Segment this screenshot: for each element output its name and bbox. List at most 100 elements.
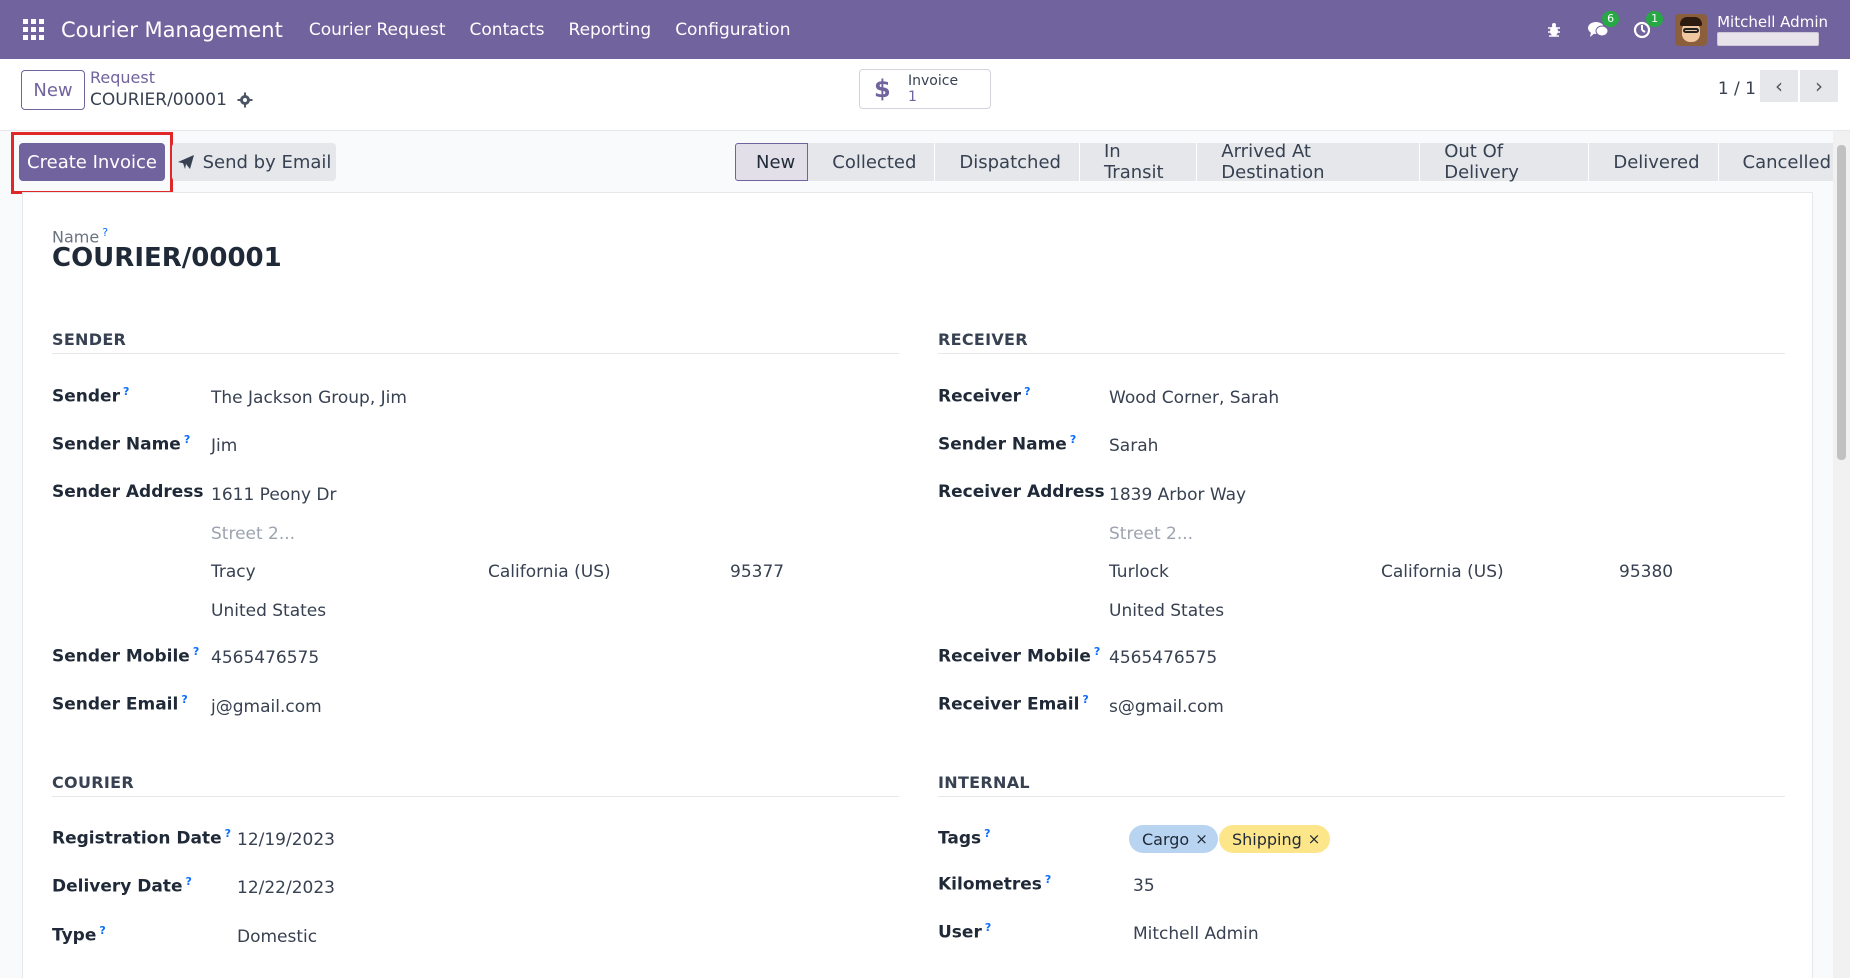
sender-state-field[interactable]: California (US) [488, 562, 611, 582]
receiver-zip-field[interactable]: 95380 [1619, 562, 1673, 582]
type-field[interactable]: Domestic [237, 927, 317, 947]
top-navbar: Courier Management Courier Request Conta… [0, 0, 1850, 59]
section-divider [52, 353, 899, 354]
receiver-name-field[interactable]: Sarah [1109, 436, 1158, 456]
sender-address-label: Sender Address [52, 482, 204, 502]
dollar-icon: $ [874, 75, 891, 103]
section-divider [52, 796, 899, 797]
kilometres-label: Kilometres? [938, 873, 1052, 895]
receiver-email-label: Receiver Email? [938, 693, 1089, 715]
stage-cancelled[interactable]: Cancelled [1718, 143, 1850, 181]
menu-courier-request[interactable]: Courier Request [297, 20, 458, 40]
activity-count-badge: 1 [1646, 10, 1664, 27]
receiver-mobile-field[interactable]: 4565476575 [1109, 648, 1217, 668]
chat-count-badge: 6 [1602, 10, 1620, 27]
chevron-right-icon: › [1815, 74, 1823, 98]
tag-shipping[interactable]: Shipping × [1219, 825, 1331, 853]
menu-configuration[interactable]: Configuration [663, 20, 802, 40]
receiver-state-field[interactable]: California (US) [1381, 562, 1504, 582]
section-divider [938, 796, 1785, 797]
page-scrollbar[interactable] [1833, 131, 1850, 978]
user-menu[interactable]: Mitchell Admin [1717, 13, 1828, 46]
user-avatar[interactable] [1675, 13, 1708, 46]
receiver-field[interactable]: Wood Corner, Sarah [1109, 388, 1279, 408]
menu-reporting[interactable]: Reporting [557, 20, 664, 40]
user-field[interactable]: Mitchell Admin [1133, 924, 1259, 944]
section-receiver: RECEIVER [938, 330, 1028, 349]
stage-collected[interactable]: Collected [808, 143, 936, 181]
tag-cargo[interactable]: Cargo × [1129, 825, 1218, 853]
receiver-country-field[interactable]: United States [1109, 601, 1224, 621]
sender-name-field[interactable]: Jim [211, 436, 237, 456]
bug-icon[interactable] [1543, 19, 1565, 41]
activity-clock-icon[interactable]: 1 [1631, 10, 1664, 41]
pager-value[interactable]: 1 / 1 [1718, 74, 1756, 104]
sender-name-label: Sender Name? [52, 433, 191, 455]
sender-mobile-label: Sender Mobile? [52, 645, 200, 667]
section-sender: SENDER [52, 330, 127, 349]
sender-email-field[interactable]: j@gmail.com [211, 697, 322, 717]
record-name[interactable]: COURIER/00001 [52, 243, 282, 273]
registration-date-field[interactable]: 12/19/2023 [237, 830, 335, 850]
sender-street2-field[interactable]: Street 2... [211, 524, 295, 544]
breadcrumb-parent[interactable]: Request [90, 68, 155, 87]
menu-contacts[interactable]: Contacts [458, 20, 557, 40]
database-name-redacted [1717, 32, 1820, 46]
chat-icon[interactable]: 6 [1587, 10, 1620, 41]
sender-city-field[interactable]: Tracy [211, 562, 256, 582]
sender-email-label: Sender Email? [52, 693, 188, 715]
systray: 6 1 Mitchell Admin [1543, 0, 1850, 59]
receiver-street-field[interactable]: 1839 Arbor Way [1109, 485, 1246, 505]
smart-button-label: Invoice [908, 73, 959, 89]
pager-next-button[interactable]: › [1800, 70, 1838, 102]
user-label: User? [938, 921, 992, 943]
form-statusbar: Create Invoice Send by Email New Collect… [0, 131, 1850, 194]
sender-zip-field[interactable]: 95377 [730, 562, 784, 582]
gear-icon[interactable] [237, 92, 253, 108]
remove-tag-icon: × [1195, 830, 1208, 848]
tags-label: Tags? [938, 827, 991, 849]
stage-delivered[interactable]: Delivered [1589, 143, 1719, 181]
receiver-sender-name-label: Sender Name? [938, 433, 1077, 455]
sender-street-field[interactable]: 1611 Peony Dr [211, 485, 337, 505]
receiver-mobile-label: Receiver Mobile? [938, 645, 1101, 667]
stage-arrived-at-destination[interactable]: Arrived At Destination [1197, 141, 1421, 183]
receiver-street2-field[interactable]: Street 2... [1109, 524, 1193, 544]
main-menu: Courier Request Contacts Reporting Confi… [297, 20, 803, 40]
highlight-box [11, 132, 173, 194]
sender-country-field[interactable]: United States [211, 601, 326, 621]
sender-field[interactable]: The Jackson Group, Jim [211, 388, 407, 408]
pager-previous-button[interactable]: ‹ [1760, 70, 1798, 102]
apps-menu-icon[interactable] [23, 18, 45, 41]
remove-tag-icon: × [1307, 830, 1321, 848]
sender-mobile-field[interactable]: 4565476575 [211, 648, 319, 668]
invoice-smart-button[interactable]: $ Invoice 1 [859, 69, 991, 109]
receiver-city-field[interactable]: Turlock [1109, 562, 1169, 582]
user-name: Mitchell Admin [1717, 13, 1828, 31]
section-divider [938, 353, 1785, 354]
stage-out-of-delivery[interactable]: Out Of Delivery [1420, 141, 1590, 183]
smart-button-value: 1 [908, 89, 917, 105]
receiver-email-field[interactable]: s@gmail.com [1109, 697, 1224, 717]
paper-plane-icon [177, 155, 194, 169]
app-title[interactable]: Courier Management [61, 18, 283, 42]
control-panel: New Request COURIER/00001 $ Invoice 1 1 … [0, 59, 1850, 131]
chevron-left-icon: ‹ [1775, 74, 1783, 98]
receiver-address-label: Receiver Address [938, 482, 1105, 502]
breadcrumb-current-label: COURIER/00001 [90, 90, 227, 110]
section-courier: COURIER [52, 773, 134, 792]
registration-date-label: Registration Date? [52, 827, 232, 849]
section-internal: INTERNAL [938, 773, 1030, 792]
stage-in-transit[interactable]: In Transit [1079, 141, 1198, 183]
stage-dispatched[interactable]: Dispatched [935, 143, 1080, 181]
status-stages: New Collected Dispatched In Transit Arri… [735, 141, 1850, 183]
form-sheet: Name? COURIER/00001 SENDER Sender? The J… [22, 192, 1813, 978]
send-by-email-button[interactable]: Send by Email [172, 143, 336, 181]
delivery-date-field[interactable]: 12/22/2023 [237, 878, 335, 898]
stage-new[interactable]: New [735, 143, 809, 181]
send-by-email-label: Send by Email [202, 151, 332, 173]
kilometres-field[interactable]: 35 [1133, 876, 1155, 896]
new-button[interactable]: New [21, 70, 85, 110]
sender-label: Sender? [52, 385, 130, 407]
scrollbar-thumb[interactable] [1837, 145, 1846, 460]
